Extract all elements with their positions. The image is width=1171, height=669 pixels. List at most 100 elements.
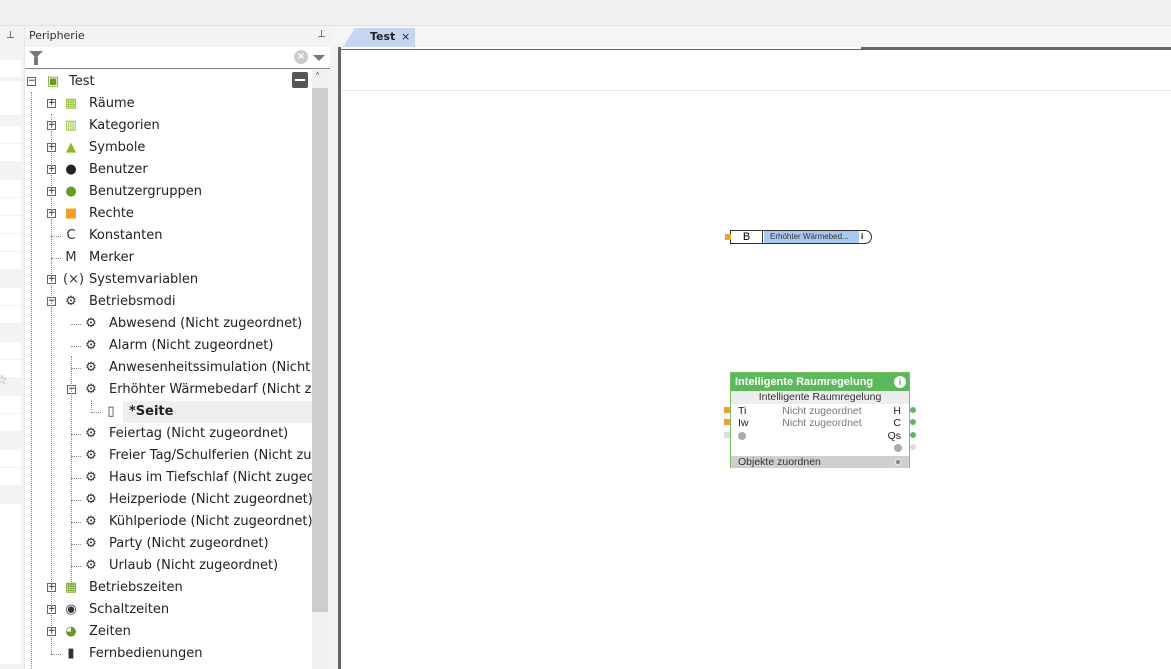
constant-icon: C [66, 228, 76, 243]
tree-item-label: Betriebszeiten [89, 580, 183, 595]
pin-icon[interactable]: ⊥ [6, 30, 15, 41]
mode-gear-icon: ⚙ [85, 448, 97, 463]
tree-item[interactable]: + ▥ Kategorien [25, 115, 312, 137]
scroll-up-icon[interactable]: ˄ [315, 72, 320, 83]
expand-icon[interactable]: + [47, 99, 56, 108]
mode-gear-icon: ⚙ [85, 338, 97, 353]
tree-item[interactable]: ⚙ Anwesenheitssimulation (Nicht zugeordne… [25, 357, 312, 379]
marker-icon: M [65, 250, 77, 265]
tree-item[interactable]: −⚙Erhöhter Wärmebedarf (Nicht zugeordnet… [25, 379, 312, 401]
tree-item[interactable]: − ⚙ Betriebsmodi [25, 291, 312, 313]
output-port-qs[interactable] [910, 432, 916, 438]
mode-gear-icon: ⚙ [85, 558, 97, 573]
tree-item-label: Freier Tag/Schulferien (Nicht zugeordnet… [109, 448, 312, 463]
input-port-ti[interactable] [724, 407, 730, 413]
tree-item[interactable]: + ◉ Schaltzeiten [25, 599, 312, 621]
symbols-icon: ▲ [66, 140, 76, 155]
clear-filter-icon[interactable]: × [294, 50, 308, 64]
tree-item-label: Urlaub (Nicht zugeordnet) [109, 558, 279, 573]
tree-item[interactable]: ⚙ Haus im Tiefschlaf (Nicht zugeordnet) [25, 467, 312, 489]
user-group-icon: ● [65, 184, 77, 199]
page-icon: ▯ [107, 404, 115, 419]
left-dock-panel: ⊥ ☆ [0, 26, 25, 669]
mode-gear-icon: ⚙ [85, 316, 97, 331]
mode-gear-icon: ⚙ [85, 514, 97, 529]
tree-item[interactable]: ⚙ Heizperiode (Nicht zugeordnet) [25, 489, 312, 511]
document-tab-bar: Test × [333, 26, 1171, 47]
tree-item-label: Party (Nicht zugeordnet) [109, 536, 269, 551]
peripherie-panel: Peripherie ⊥ × − ▣ Test + ▦ Räume + ▥ Kategorien… [25, 26, 330, 669]
info-icon[interactable]: i [861, 231, 863, 243]
tab-test[interactable]: Test × [343, 28, 415, 47]
remote-icon: ▮ [67, 646, 75, 661]
project-tree: − ▣ Test + ▦ Räume + ▥ Kategorien + ▲ Symbole + ● Benu… [25, 70, 312, 669]
add-input-icon[interactable] [738, 432, 746, 440]
collapse-icon[interactable]: − [27, 77, 36, 86]
pin-icon[interactable]: ⊥ [317, 29, 326, 40]
info-icon[interactable]: i [894, 376, 906, 388]
tree-item-label: Benutzergruppen [89, 184, 203, 199]
filter-input[interactable]: × [25, 47, 330, 69]
tree-item-label: Anwesenheitssimulation (Nicht zugeordnet… [109, 360, 312, 375]
tree-item[interactable]: + ● Benutzer [25, 159, 312, 181]
output-port-h[interactable] [910, 407, 916, 413]
tree-item-label: Zeiten [89, 624, 131, 639]
block-header: Intelligente Raumregelung i [731, 373, 909, 391]
output-port-empty[interactable] [910, 444, 916, 450]
tree-item[interactable]: ⚙ Alarm (Nicht zugeordnet) [25, 335, 312, 357]
tree-item[interactable]: + (×) Systemvariablen [25, 269, 312, 291]
tree-item[interactable]: − ▣ Test [25, 71, 312, 93]
tree-item-label: Merker [89, 250, 134, 265]
block-row: Iw Nicht zugeordnet C [738, 417, 901, 429]
tree-item[interactable]: ▯ *Seite [91, 401, 312, 423]
tree-item-label: Betriebsmodi [89, 294, 176, 309]
tree-item[interactable]: + ▲ Symbole [25, 137, 312, 159]
gear-icon: ⚙ [65, 294, 77, 309]
add-output-icon[interactable] [894, 444, 902, 452]
filter-dropdown-icon[interactable] [313, 55, 325, 61]
tree-item-label: Kühlperiode (Nicht zugeordnet) [109, 514, 312, 529]
tree-item[interactable]: + ◕ Zeiten [25, 621, 312, 643]
tree-item[interactable]: + ● Benutzergruppen [25, 181, 312, 203]
assign-objects-footer[interactable]: Objekte zuordnen [731, 456, 909, 468]
lock-icon: ■ [64, 206, 78, 221]
tree-item[interactable]: C Konstanten [25, 225, 312, 247]
tree-item[interactable]: ⚙ Freier Tag/Schulferien (Nicht zugeordne… [25, 445, 312, 467]
tree-item-label: Erhöhter Wärmebedarf (Nicht zugeordnet) [109, 382, 312, 397]
tree-item[interactable]: ⚙ Party (Nicht zugeordnet) [25, 533, 312, 555]
tree-item[interactable]: ⚙ Kühlperiode (Nicht zugeordnet) [25, 511, 312, 533]
logic-canvas[interactable] [338, 47, 1171, 669]
close-tab-icon[interactable]: × [401, 30, 410, 43]
title-bar [0, 0, 1171, 26]
block-subtitle: Intelligente Raumregelung [731, 391, 909, 404]
tree-item[interactable]: M Merker [25, 247, 312, 269]
tree-item-label: Konstanten [89, 228, 163, 243]
input-port-iw[interactable] [724, 419, 730, 425]
tree-item[interactable]: ▮ Fernbedienungen [25, 643, 312, 665]
mode-gear-icon: ⚙ [85, 426, 97, 441]
panel-title: Peripherie [29, 29, 85, 42]
tree-item[interactable]: + ▦ Räume [25, 93, 312, 115]
tree-item-label: Benutzer [89, 162, 148, 177]
output-port-c[interactable] [910, 419, 916, 425]
tree-item[interactable]: + ▦ Betriebszeiten [25, 577, 312, 599]
mode-gear-icon: ⚙ [85, 492, 97, 507]
tree-item[interactable]: ⚙ Abwesend (Nicht zugeordnet) [25, 313, 312, 335]
input-port-empty[interactable] [724, 432, 730, 438]
rooms-icon: ▦ [64, 96, 78, 111]
tree-item[interactable]: ⚙ Urlaub (Nicht zugeordnet) [25, 555, 312, 577]
mode-input-block[interactable]: B Erhöhter Wärmebed... i [725, 230, 872, 244]
settings-icon[interactable] [894, 458, 902, 466]
mode-gear-icon: ⚙ [85, 470, 97, 485]
tab-label: Test [370, 30, 396, 43]
room-control-block[interactable]: Intelligente Raumregelung i Intelligente … [724, 372, 916, 468]
tree-item-label: Fernbedienungen [89, 646, 203, 661]
tree-item-label: Feiertag (Nicht zugeordnet) [109, 426, 289, 441]
assign-objects-label: Objekte zuordnen [738, 456, 821, 468]
block-row: Ti Nicht zugeordnet H [738, 405, 901, 417]
tree-item[interactable]: ⚙ Feiertag (Nicht zugeordnet) [25, 423, 312, 445]
tree-scrollbar[interactable]: ˄ [312, 70, 328, 669]
block-row: Qs [887, 430, 901, 442]
scrollbar-thumb[interactable] [312, 88, 328, 612]
tree-item[interactable]: + ■ Rechte [25, 203, 312, 225]
